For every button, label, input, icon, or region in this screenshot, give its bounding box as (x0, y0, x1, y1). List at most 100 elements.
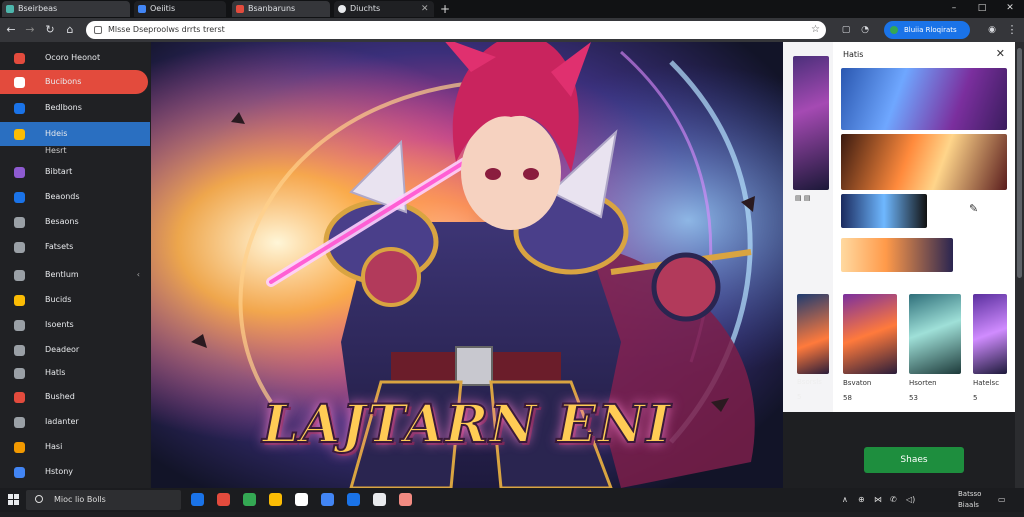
sidebar-item-8[interactable]: Fatsets (0, 235, 150, 259)
sidebar-item-label: Deadeor (45, 345, 80, 354)
taskbar-app-icon[interactable] (269, 493, 282, 506)
share-button[interactable]: Shaes (864, 447, 964, 473)
edit-icon[interactable]: ✎ (969, 202, 978, 215)
extensions-icon[interactable]: ▢ (838, 22, 854, 38)
tab-favicon-icon (138, 5, 146, 13)
back-arrow-icon[interactable]: ← (3, 22, 19, 38)
taskbar-app-icon[interactable] (373, 493, 386, 506)
sidebar-item-label: Iadanter (45, 417, 79, 426)
hero-artwork: LAJTARN ENI (151, 42, 783, 488)
card-image-2[interactable] (909, 294, 961, 374)
tab-1[interactable]: Bseirbeas (2, 1, 130, 17)
scrollbar-thumb[interactable] (1017, 48, 1022, 278)
tray-chevron-icon[interactable]: ∧ (842, 488, 848, 512)
sidebar-item-icon (14, 129, 25, 140)
reload-icon[interactable]: ↻ (42, 22, 58, 38)
sidebar-item-icon (14, 270, 25, 281)
close-window-button[interactable]: ✕ (998, 0, 1022, 16)
close-icon[interactable]: ✕ (996, 47, 1005, 60)
panel-image-1[interactable] (841, 68, 1007, 130)
address-bar[interactable]: Mlsse Dseproolws drrts trerst ☆ (86, 21, 826, 39)
profile-button[interactable]: Bluiia Rloqirats (884, 21, 970, 39)
forward-arrow-icon[interactable]: → (22, 22, 38, 38)
sidebar-item-icon (14, 392, 25, 403)
card-count: 53 (909, 394, 918, 402)
tab-3[interactable]: Bsanbaruns (232, 1, 330, 17)
sidebar-item-10[interactable]: Bucids (0, 288, 150, 312)
sidebar-item-3[interactable]: Bedlbons (0, 96, 150, 120)
tab-favicon-icon (6, 5, 14, 13)
taskbar-app-icon[interactable] (243, 493, 256, 506)
sidebar-item-icon (14, 103, 25, 114)
chevron-icon[interactable]: ‹ (137, 263, 140, 287)
panel-image-2[interactable] (841, 134, 1007, 190)
strip-thumb[interactable] (793, 56, 829, 190)
sidebar-item-icon (14, 295, 25, 306)
panel-image-3[interactable] (841, 194, 927, 228)
tray-volume-icon[interactable]: ◁) (906, 488, 915, 512)
sidebar-item-label: Hasi (45, 442, 63, 451)
profile-avatar-icon (890, 26, 898, 34)
sidebar-item-icon (14, 192, 25, 203)
taskbar: Mioc lio Bolls ∧ ⊕ ⋈ ✆ ◁) Batsso Biaals … (0, 488, 1024, 512)
thumbnail-strip: ▤ ▤ (783, 42, 833, 412)
strip-thumb[interactable] (797, 294, 829, 374)
panel-image-4[interactable] (841, 238, 953, 272)
sidebar-item-icon (14, 345, 25, 356)
card-caption: Hsorten (909, 379, 937, 387)
home-icon[interactable]: ⌂ (62, 22, 78, 38)
sidebar-item-label: Bushed (45, 392, 75, 401)
bookmark-star-icon[interactable]: ☆ (811, 21, 820, 39)
sidebar-item-label: Beaonds (45, 192, 80, 201)
sidebar-item-icon (14, 167, 25, 178)
sidebar-item-5[interactable]: Bibtart (0, 160, 150, 184)
taskbar-app-icon[interactable] (191, 493, 204, 506)
sidebar-item-2[interactable]: Bucibons (0, 70, 148, 94)
profile-label: Bluiia Rloqirats (904, 26, 957, 34)
taskbar-search-input[interactable]: Mioc lio Bolls (26, 490, 181, 510)
sidebar-item-11[interactable]: Isoents (0, 313, 150, 337)
sidebar-item-1[interactable]: Ocoro Heonot (0, 46, 150, 70)
taskbar-app-icon[interactable] (399, 493, 412, 506)
sidebar-item-6[interactable]: Beaonds (0, 185, 150, 209)
tray-network-icon[interactable]: ⊕ (858, 488, 865, 512)
sidebar-item-13[interactable]: Hatls (0, 361, 150, 385)
tab-4[interactable]: Diuchts (334, 1, 434, 17)
sidebar-item-icon (14, 417, 25, 428)
sidebar-item-4[interactable]: Hdeis (0, 122, 150, 146)
url-text: Mlsse Dseproolws drrts trerst (108, 25, 225, 34)
scrollbar[interactable] (1015, 42, 1024, 488)
account-icon[interactable]: ◉ (984, 22, 1000, 38)
taskbar-app-icon[interactable] (347, 493, 360, 506)
sidebar-item-label: Bentlum (45, 270, 79, 279)
sidebar-item-17[interactable]: Hstony (0, 460, 150, 484)
menu-dots-icon[interactable]: ⋮ (1004, 22, 1020, 38)
windows-start-icon[interactable] (8, 494, 20, 506)
sidebar-item-15[interactable]: Iadanter (0, 410, 150, 434)
sidebar-item-icon (14, 77, 25, 88)
minimize-button[interactable]: – (942, 0, 966, 16)
sidebar-item-16[interactable]: Hasi (0, 435, 150, 459)
clock-date[interactable]: Biaals (958, 493, 979, 517)
card-image-3[interactable] (973, 294, 1007, 374)
tray-wifi-icon[interactable]: ⋈ (874, 488, 882, 512)
history-icon[interactable]: ◔ (857, 22, 873, 38)
sidebar-item-label: Hatls (45, 368, 66, 377)
notifications-icon[interactable]: ▭ (998, 488, 1006, 512)
sidebar-item-14[interactable]: Bushed (0, 385, 150, 409)
tray-phone-icon[interactable]: ✆ (890, 488, 897, 512)
sidebar-item-icon (14, 368, 25, 379)
card-image-1[interactable] (843, 294, 897, 374)
sidebar-item-7[interactable]: Besaons (0, 210, 150, 234)
taskbar-app-icon[interactable] (217, 493, 230, 506)
maximize-button[interactable]: □ (970, 0, 994, 16)
new-tab-button[interactable]: + (440, 1, 450, 17)
sidebar-item-9[interactable]: Bentlum ‹ (0, 263, 150, 287)
sidebar-item-icon (14, 53, 25, 64)
tab-favicon-icon (236, 5, 244, 13)
sidebar-item-12[interactable]: Deadeor (0, 338, 150, 362)
tab-2[interactable]: Oeiitis (134, 1, 226, 17)
taskbar-app-icon[interactable] (321, 493, 334, 506)
taskbar-app-icon[interactable] (295, 493, 308, 506)
close-tab-icon[interactable]: ✕ (421, 1, 429, 17)
